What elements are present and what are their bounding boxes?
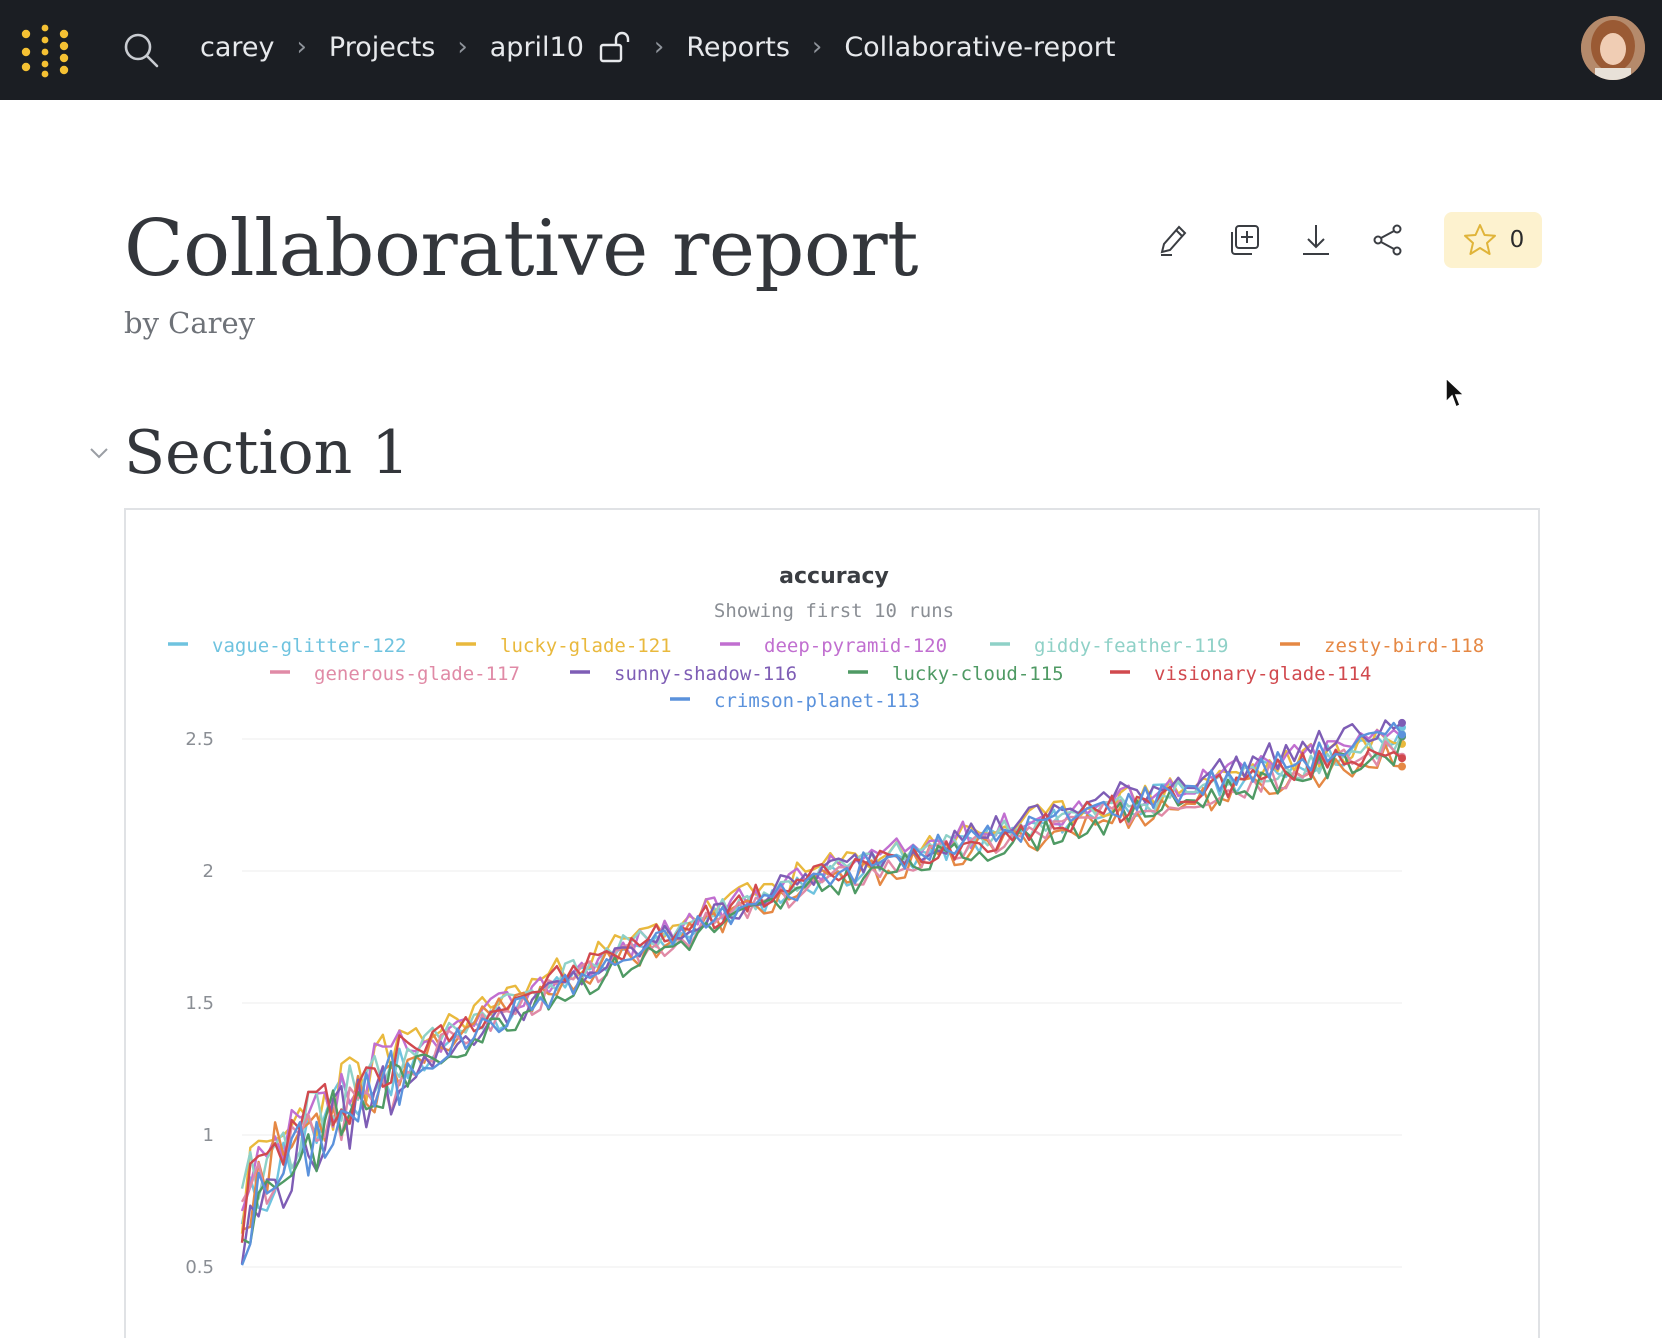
series-line-zesty-bird-118[interactable] [241, 743, 1403, 1231]
star-button[interactable]: 0 [1444, 212, 1542, 268]
y-tick-label: 2.5 [185, 729, 214, 750]
legend-entry[interactable]: sunny-shadow-116 [614, 663, 797, 685]
y-tick-label: 0.5 [185, 1257, 214, 1278]
legend-entry[interactable]: lucky-cloud-115 [892, 663, 1064, 685]
breadcrumb-projects[interactable]: Projects [329, 32, 435, 63]
logo-dot [21, 29, 31, 39]
series-endpoint [1398, 718, 1406, 727]
copy-add-icon[interactable] [1222, 218, 1266, 262]
legend-entry[interactable]: generous-glade-117 [314, 663, 520, 685]
logo-dot [59, 53, 69, 63]
series-line-lucky-cloud-115[interactable] [241, 736, 1404, 1245]
chart-legend: vague-glitter-122 lucky-glade-121 deep-pyr… [168, 635, 1484, 712]
pencil-icon[interactable] [1150, 218, 1194, 262]
legend-entry[interactable]: deep-pyramid-120 [764, 635, 947, 657]
chart-grid [242, 738, 1402, 1268]
breadcrumb-separator-icon: › [811, 32, 823, 62]
share-icon[interactable] [1366, 218, 1410, 262]
chevron-down-icon[interactable] [88, 445, 110, 461]
series-line-generous-glade-117[interactable] [240, 740, 1403, 1205]
logo-dot [41, 24, 49, 32]
breadcrumb-separator-icon: › [653, 32, 665, 62]
dots-logo-icon[interactable] [20, 22, 76, 78]
legend-entry[interactable]: vague-glitter-122 [212, 635, 406, 657]
logo-dot [41, 60, 49, 68]
chart-series [240, 718, 1406, 1266]
logo-dot [41, 48, 49, 56]
unlock-icon[interactable] [598, 30, 632, 64]
breadcrumb-project[interactable]: april10 [490, 32, 584, 63]
accuracy-line-chart[interactable]: accuracy Showing first 10 runs vague-gli… [126, 510, 1542, 1340]
logo-dot [41, 36, 49, 44]
report-actions-toolbar [1150, 212, 1438, 268]
series-line-giddy-feather-119[interactable] [240, 733, 1404, 1200]
report-title: Collaborative report [124, 204, 919, 294]
legend-entry[interactable]: lucky-glade-121 [500, 635, 672, 657]
breadcrumb-separator-icon: › [296, 32, 307, 62]
chart-title: accuracy [779, 564, 889, 589]
avatar[interactable] [1581, 16, 1645, 80]
download-icon[interactable] [1294, 218, 1338, 262]
logo-dot [41, 70, 49, 78]
logo-dot [59, 41, 69, 51]
legend-entry[interactable]: visionary-glade-114 [1154, 663, 1371, 685]
logo-dot [21, 47, 31, 57]
legend-entry[interactable]: crimson-planet-113 [714, 690, 920, 712]
logo-dot [59, 65, 69, 75]
series-endpoint [1398, 730, 1406, 739]
avatar-photo-icon [1581, 16, 1645, 80]
series-line-lucky-glade-121[interactable] [240, 728, 1403, 1234]
chart-subtitle: Showing first 10 runs [714, 600, 954, 622]
legend-entry[interactable]: giddy-feather-119 [1034, 635, 1228, 657]
section-title: Section 1 [124, 418, 410, 488]
search-icon[interactable] [121, 30, 161, 70]
chart-panel[interactable]: accuracy Showing first 10 runs vague-gli… [124, 508, 1540, 1338]
logo-dot [59, 29, 69, 39]
series-line-visionary-glade-114[interactable] [240, 748, 1403, 1243]
series-endpoint [1398, 754, 1406, 763]
series-endpoint [1398, 762, 1406, 771]
y-axis-ticks: 2.5 2 1.5 1 0.5 [185, 729, 214, 1278]
breadcrumb-user[interactable]: carey [200, 32, 275, 63]
logo-dot [21, 62, 31, 72]
y-tick-label: 1 [203, 1125, 214, 1146]
breadcrumb-separator-icon: › [457, 32, 468, 62]
star-icon [1463, 224, 1496, 255]
y-tick-label: 1.5 [185, 993, 214, 1014]
breadcrumb-reports[interactable]: Reports [686, 32, 790, 63]
mouse-cursor-icon [1445, 376, 1466, 409]
star-count: 0 [1509, 227, 1525, 253]
report-byline: by Carey [124, 306, 256, 340]
y-tick-label: 2 [203, 861, 214, 882]
series-line-crimson-planet-113[interactable] [240, 721, 1403, 1266]
breadcrumb-current-report[interactable]: Collaborative-report [844, 32, 1115, 63]
breadcrumb: carey › Projects › april10 › Reports › C… [200, 0, 1115, 94]
legend-entry[interactable]: zesty-bird-118 [1324, 635, 1484, 657]
top-navigation-bar: carey › Projects › april10 › Reports › C… [0, 0, 1662, 100]
